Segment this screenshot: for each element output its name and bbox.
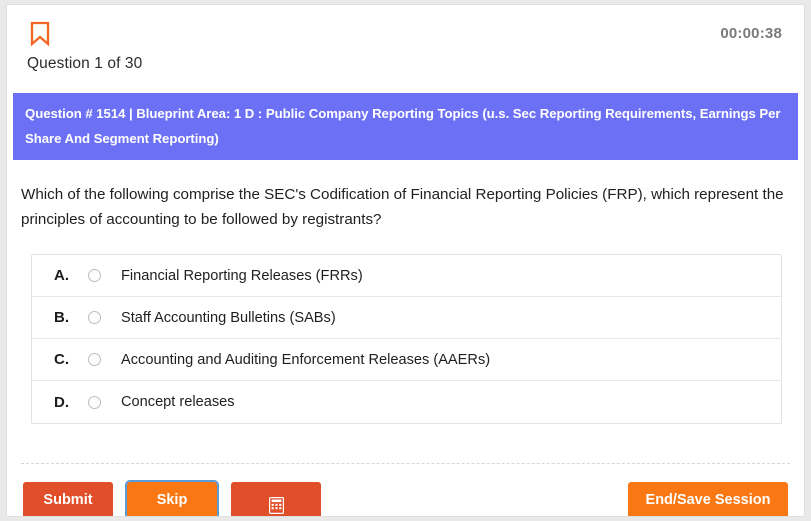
- option-letter: B.: [54, 309, 69, 326]
- answer-options-list: A. Financial Reporting Releases (FRRs) B…: [31, 254, 782, 424]
- option-letter: C.: [54, 351, 69, 368]
- end-save-session-button[interactable]: End/Save Session: [628, 482, 788, 516]
- card-header: Question 1 of 30 00:00:38: [7, 5, 804, 93]
- option-label: Concept releases: [121, 394, 235, 410]
- skip-button[interactable]: Skip: [125, 480, 219, 516]
- calculator-button[interactable]: [231, 482, 321, 516]
- question-card: Question 1 of 30 00:00:38 Question # 151…: [6, 4, 805, 517]
- question-text: Which of the following comprise the SEC'…: [21, 186, 784, 228]
- option-label: Financial Reporting Releases (FRRs): [121, 267, 363, 284]
- answer-option-c[interactable]: C. Accounting and Auditing Enforcement R…: [32, 339, 781, 381]
- radio-button-c[interactable]: [88, 353, 101, 366]
- answer-option-a[interactable]: A. Financial Reporting Releases (FRRs): [32, 255, 781, 297]
- submit-button[interactable]: Submit: [23, 482, 113, 516]
- radio-button-b[interactable]: [88, 311, 101, 324]
- blueprint-area-banner: Question # 1514 | Blueprint Area: 1 D : …: [13, 93, 798, 160]
- answer-option-b[interactable]: B. Staff Accounting Bulletins (SABs): [32, 297, 781, 339]
- question-counter: Question 1 of 30: [27, 55, 143, 72]
- option-label: Accounting and Auditing Enforcement Rele…: [121, 351, 491, 368]
- calculator-icon: [268, 492, 284, 514]
- answer-option-d[interactable]: D. Concept releases: [32, 381, 781, 423]
- option-label: Staff Accounting Bulletins (SABs): [121, 309, 336, 326]
- session-timer: 00:00:38: [720, 25, 782, 42]
- radio-button-a[interactable]: [88, 269, 101, 282]
- bookmark-icon[interactable]: [29, 21, 51, 47]
- option-letter: D.: [54, 393, 69, 411]
- option-letter: A.: [54, 267, 69, 284]
- radio-button-d[interactable]: [88, 395, 101, 409]
- action-bar: Submit Skip End/Save Session: [7, 464, 804, 516]
